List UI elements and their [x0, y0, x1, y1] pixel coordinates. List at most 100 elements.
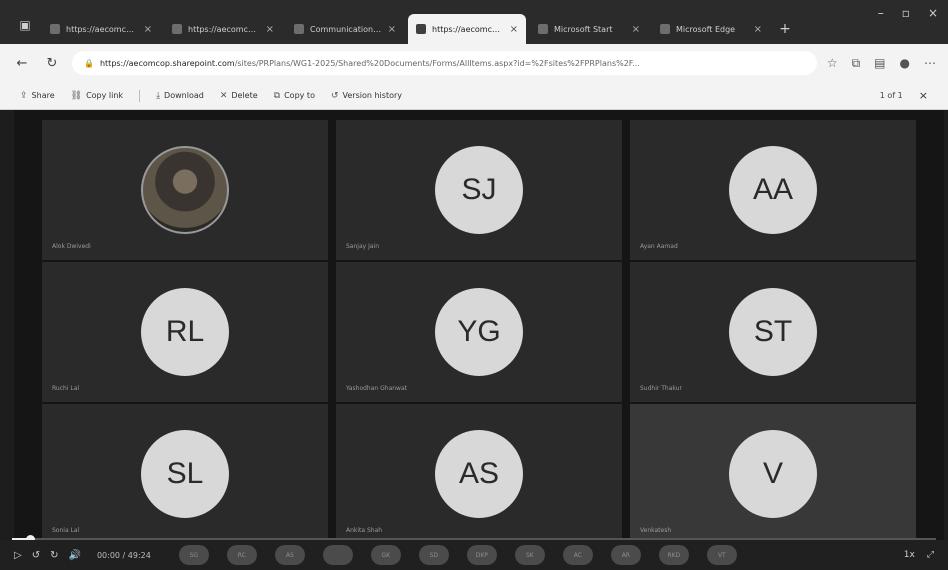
participant-name: Sonia Lal	[52, 527, 80, 534]
link-icon: ⛓	[70, 90, 83, 101]
participant-photo	[141, 146, 229, 234]
participant-avatar: YG	[435, 288, 523, 376]
tab-2[interactable]: https://aecomcop.sharep ×	[164, 14, 282, 44]
minimize-icon[interactable]: –	[878, 6, 884, 20]
cmd-label: Copy link	[86, 91, 124, 100]
participant-tile: RL Ruchi Lal	[42, 262, 328, 402]
tab-label: Communication site - Ur	[310, 24, 382, 34]
download-icon: ⤓	[156, 90, 161, 101]
participant-chip: AS	[274, 545, 305, 565]
tab-6[interactable]: Microsoft Edge ×	[652, 14, 770, 44]
forward-icon[interactable]: ↻	[50, 550, 58, 561]
video-stage[interactable]: Alok Dwivedi SJ Sanjay Jain AA Ayan Aama…	[14, 110, 944, 544]
participant-name: Ankita Shah	[346, 527, 383, 534]
refresh-button[interactable]: ↻	[42, 53, 62, 73]
address-actions: ☆ ⧉ ▤ ● ⋯	[827, 56, 936, 71]
close-tab-icon[interactable]: ×	[754, 24, 762, 35]
close-tab-icon[interactable]: ×	[632, 24, 640, 35]
share-icon: ⇪	[20, 90, 28, 101]
copy-icon: ⧉	[273, 90, 281, 101]
tab-label: Microsoft Start	[554, 24, 613, 34]
playback-speed[interactable]: 1x	[904, 550, 915, 560]
profile-icon[interactable]: ●	[900, 56, 910, 71]
player-controls: ▷ ↺ ↻ 🔊 00:00 / 49:24 SG RC AS GK SD DKP…	[0, 540, 948, 570]
url-host: https://aecomcop.sharepoint.com	[99, 58, 235, 68]
delete-button[interactable]: ✕ Delete	[220, 91, 258, 101]
participant-tile-active-speaker: V Venkatesh	[630, 404, 916, 544]
new-tab-button[interactable]: +	[774, 14, 796, 44]
cmd-label: Copy to	[284, 91, 315, 100]
participant-strip: SG RC AS GK SD DKP SK AC AR RKD VT	[178, 545, 737, 565]
copy-link-button[interactable]: ⛓ Copy link	[71, 91, 123, 101]
window-controls: – ▫ ×	[878, 6, 938, 20]
participant-tile: SJ Sanjay Jain	[336, 120, 622, 260]
tab-4-active[interactable]: https://aecomcop.sharep ×	[408, 14, 526, 44]
collections-icon[interactable]: ▤	[874, 56, 885, 71]
cmd-label: Version history	[342, 91, 402, 100]
favorite-icon[interactable]: ☆	[827, 56, 838, 71]
participant-name: Alok Dwivedi	[52, 243, 91, 250]
download-button[interactable]: ⤓ Download	[156, 91, 204, 101]
command-bar: ⇪ Share ⛓ Copy link ⤓ Download ✕ Delete ⧉ Cop…	[0, 82, 948, 110]
favicon-icon	[416, 24, 426, 34]
volume-icon[interactable]: 🔊	[68, 550, 80, 561]
participant-avatar: SJ	[435, 146, 523, 234]
version-history-button[interactable]: ↺ Version history	[331, 91, 402, 101]
tab-label: Microsoft Edge	[676, 24, 736, 34]
participant-chip: RKD	[658, 545, 689, 565]
participant-tile: SL Sonia Lal	[42, 404, 328, 544]
participant-avatar: SL	[141, 430, 229, 518]
back-button[interactable]: ←	[12, 53, 32, 73]
close-window-icon[interactable]: ×	[928, 6, 938, 20]
favicon-icon	[50, 24, 60, 34]
copy-to-button[interactable]: ⧉ Copy to	[274, 91, 315, 101]
browser-window: ▣ https://aecomcop.sharep × https://aecom…	[0, 0, 948, 570]
participant-chip: AR	[610, 545, 641, 565]
player-right-controls: 1x ⤢	[904, 550, 934, 560]
participant-avatar: V	[729, 430, 817, 518]
extensions-icon[interactable]: ⧉	[852, 56, 861, 71]
participant-tile: YG Yashodhan Ghanwat	[336, 262, 622, 402]
participant-name: Ayan Aamad	[640, 243, 678, 250]
tab-3[interactable]: Communication site - Ur ×	[286, 14, 404, 44]
close-tab-icon[interactable]: ×	[144, 24, 152, 35]
participant-chip: SG	[178, 545, 209, 565]
close-tab-icon[interactable]: ×	[510, 24, 518, 35]
playback-time: 00:00 / 49:24	[96, 550, 151, 560]
tab-label: https://aecomcop.sharep	[188, 24, 260, 34]
delete-icon: ✕	[219, 90, 228, 101]
tab-5[interactable]: Microsoft Start ×	[530, 14, 648, 44]
tab-1[interactable]: https://aecomcop.sharep ×	[42, 14, 160, 44]
cmd-label: Download	[164, 91, 204, 100]
participant-name: Ruchi Lal	[52, 385, 80, 392]
play-icon[interactable]: ▷	[14, 550, 22, 561]
cmd-label: Share	[31, 91, 55, 100]
participant-tile: Alok Dwivedi	[42, 120, 328, 260]
share-button[interactable]: ⇪ Share	[20, 91, 55, 101]
participant-tile: ST Sudhir Thakur	[630, 262, 916, 402]
close-tab-icon[interactable]: ×	[266, 24, 274, 35]
participant-chip: GK	[370, 545, 401, 565]
workspaces-icon[interactable]: ▣	[16, 16, 34, 34]
favicon-icon	[294, 24, 304, 34]
url-field[interactable]: 🔒 https://aecomcop.sharepoint.com /sites…	[72, 51, 817, 75]
participant-tile: AS Ankita Shah	[336, 404, 622, 544]
participant-chip: AC	[562, 545, 593, 565]
close-tab-icon[interactable]: ×	[388, 24, 396, 35]
rewind-icon[interactable]: ↺	[32, 550, 40, 561]
cmd-label: Delete	[231, 91, 258, 100]
favicon-icon	[538, 24, 548, 34]
tab-label: https://aecomcop.sharep	[66, 24, 138, 34]
participant-avatar: RL	[141, 288, 229, 376]
pager: 1 of 1	[879, 91, 903, 100]
participant-avatar: AS	[435, 430, 523, 518]
close-viewer-icon[interactable]: ×	[919, 89, 928, 102]
more-icon[interactable]: ⋯	[924, 56, 936, 71]
participant-name: Sudhir Thakur	[640, 385, 682, 392]
favicon-icon	[660, 24, 670, 34]
fullscreen-icon[interactable]: ⤢	[927, 550, 934, 560]
participant-chip: DKP	[466, 545, 497, 565]
maximize-icon[interactable]: ▫	[902, 6, 910, 20]
participant-name: Sanjay Jain	[346, 243, 380, 250]
history-icon: ↺	[330, 90, 339, 101]
